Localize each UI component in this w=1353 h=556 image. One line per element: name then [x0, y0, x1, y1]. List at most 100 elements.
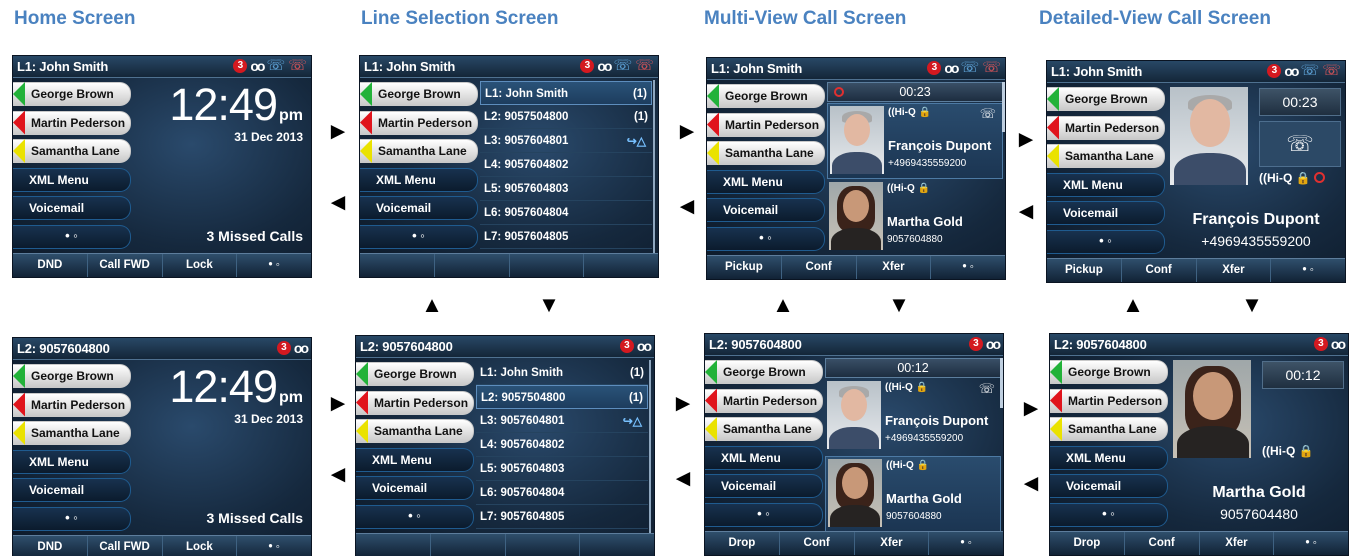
scrollbar[interactable] [1002, 82, 1005, 132]
softkey-lock[interactable]: Lock [163, 536, 238, 556]
key-george-brown[interactable]: George Brown [13, 364, 131, 388]
key-martin-pederson[interactable]: Martin Pederson [1050, 388, 1168, 413]
softkey-dnd[interactable]: DND [13, 536, 88, 556]
line-item-l1[interactable]: L1: John Smith (1) [476, 361, 648, 385]
key-voicemail[interactable]: Voicemail [360, 196, 478, 220]
key-martin-pederson[interactable]: Martin Pederson [1047, 115, 1165, 140]
softkey-empty[interactable] [506, 534, 581, 556]
softkey-empty[interactable] [356, 534, 431, 556]
softkey-drop[interactable]: Drop [705, 532, 780, 555]
key-more[interactable]: • ◦ [360, 224, 478, 249]
key-xml-menu[interactable]: XML Menu [13, 167, 131, 192]
key-martin-pederson[interactable]: Martin Pederson [705, 388, 823, 413]
key-more[interactable]: • ◦ [13, 506, 131, 531]
line-item-l6[interactable]: L6: 9057604804 [476, 481, 648, 505]
softkey-xfer[interactable]: Xfer [857, 256, 932, 279]
key-xml-menu[interactable]: XML Menu [1050, 445, 1168, 470]
key-martin-pederson[interactable]: Martin Pederson [13, 392, 131, 417]
softkey-empty[interactable] [510, 254, 585, 277]
line-item-l7[interactable]: L7: 9057604805 [480, 225, 652, 249]
softkey-more[interactable]: • ◦ [237, 254, 311, 277]
key-xml-menu[interactable]: XML Menu [360, 167, 478, 192]
key-samantha-lane[interactable]: Samantha Lane [1050, 417, 1168, 441]
key-xml-menu[interactable]: XML Menu [356, 447, 474, 472]
missed-calls-icon[interactable]: 3 [968, 337, 983, 351]
line-item-l7[interactable]: L7: 9057604805 [476, 505, 648, 529]
missed-calls-icon[interactable]: 3 [619, 339, 634, 353]
line-item-l1[interactable]: L1: John Smith (1) [480, 81, 652, 105]
key-more[interactable]: • ◦ [1050, 502, 1168, 527]
voicemail-icon[interactable]: oo [944, 61, 959, 75]
key-george-brown[interactable]: George Brown [13, 82, 131, 106]
missed-calls-icon[interactable]: 3 [927, 61, 942, 75]
line-item-l6[interactable]: L6: 9057604804 [480, 201, 652, 225]
key-voicemail[interactable]: Voicemail [1047, 201, 1165, 225]
missed-calls-icon[interactable]: 3 [1313, 337, 1328, 351]
key-more[interactable]: • ◦ [707, 226, 825, 251]
key-martin-pederson[interactable]: Martin Pederson [707, 112, 825, 137]
softkey-conf[interactable]: Conf [1122, 259, 1197, 282]
key-voicemail[interactable]: Voicemail [705, 474, 823, 498]
voicemail-icon[interactable]: oo [250, 59, 265, 73]
softkey-empty[interactable] [580, 534, 654, 556]
key-samantha-lane[interactable]: Samantha Lane [13, 139, 131, 163]
softkey-conf[interactable]: Conf [782, 256, 857, 279]
key-voicemail[interactable]: Voicemail [707, 198, 825, 222]
line-item-l2[interactable]: L2: 9057504800 (1) [476, 385, 648, 409]
softkey-empty[interactable] [360, 254, 435, 277]
call-entry-francois[interactable]: ((Hi-Q 🔒 ☏ François Dupont +496943555920… [825, 379, 1001, 455]
call-entry-francois[interactable]: ((Hi-Q 🔒 ☏ François Dupont +496943555920… [827, 103, 1003, 179]
key-more[interactable]: • ◦ [13, 224, 131, 249]
softkey-more[interactable]: • ◦ [1274, 532, 1348, 555]
softkey-pickup[interactable]: Pickup [707, 256, 782, 279]
key-xml-menu[interactable]: XML Menu [1047, 172, 1165, 197]
softkey-drop[interactable]: Drop [1050, 532, 1125, 555]
missed-calls-text[interactable]: 3 Missed Calls [207, 228, 304, 244]
softkey-more[interactable]: • ◦ [1271, 259, 1345, 282]
softkey-lock[interactable]: Lock [163, 254, 238, 277]
missed-calls-icon[interactable]: 3 [233, 59, 248, 73]
line-item-l4[interactable]: L4: 9057604802 [476, 433, 648, 457]
key-voicemail[interactable]: Voicemail [356, 476, 474, 500]
softkey-xfer[interactable]: Xfer [1200, 532, 1275, 555]
line-item-l3[interactable]: L3: 9057604801 ↪△ [476, 409, 648, 433]
line-item-l3[interactable]: L3: 9057604801 ↪△ [480, 129, 652, 153]
voicemail-icon[interactable]: oo [1284, 64, 1299, 78]
missed-calls-text[interactable]: 3 Missed Calls [207, 510, 304, 526]
key-voicemail[interactable]: Voicemail [13, 478, 131, 502]
voicemail-icon[interactable]: oo [986, 337, 1001, 351]
key-voicemail[interactable]: Voicemail [1050, 474, 1168, 498]
key-martin-pederson[interactable]: Martin Pederson [356, 390, 474, 415]
voicemail-icon[interactable]: oo [294, 341, 309, 355]
voicemail-icon[interactable]: oo [637, 339, 652, 353]
line-item-l2[interactable]: L2: 9057504800 (1) [480, 105, 652, 129]
missed-calls-icon[interactable]: 3 [1267, 64, 1282, 78]
key-george-brown[interactable]: George Brown [705, 360, 823, 384]
call-entry-martha[interactable]: ((Hi-Q 🔒 Martha Gold 9057604880 [827, 180, 1003, 256]
key-more[interactable]: • ◦ [1047, 229, 1165, 254]
missed-calls-icon[interactable]: 3 [580, 59, 595, 73]
scrollbar[interactable] [1000, 358, 1003, 408]
softkey-call-fwd[interactable]: Call FWD [88, 254, 163, 277]
scrollbar[interactable] [653, 80, 655, 255]
key-samantha-lane[interactable]: Samantha Lane [707, 141, 825, 165]
call-entry-martha[interactable]: ((Hi-Q 🔒 Martha Gold 9057604880 [825, 456, 1001, 532]
softkey-xfer[interactable]: Xfer [855, 532, 930, 555]
key-samantha-lane[interactable]: Samantha Lane [1047, 144, 1165, 168]
scrollbar[interactable] [649, 360, 651, 535]
key-martin-pederson[interactable]: Martin Pederson [360, 110, 478, 135]
key-xml-menu[interactable]: XML Menu [13, 449, 131, 474]
key-george-brown[interactable]: George Brown [707, 84, 825, 108]
key-samantha-lane[interactable]: Samantha Lane [356, 419, 474, 443]
line-item-l5[interactable]: L5: 9057604803 [480, 177, 652, 201]
key-more[interactable]: • ◦ [705, 502, 823, 527]
key-voicemail[interactable]: Voicemail [13, 196, 131, 220]
softkey-more[interactable]: • ◦ [931, 256, 1005, 279]
softkey-empty[interactable] [435, 254, 510, 277]
softkey-pickup[interactable]: Pickup [1047, 259, 1122, 282]
key-martin-pederson[interactable]: Martin Pederson [13, 110, 131, 135]
softkey-conf[interactable]: Conf [780, 532, 855, 555]
key-samantha-lane[interactable]: Samantha Lane [360, 139, 478, 163]
softkey-more[interactable]: • ◦ [929, 532, 1003, 555]
missed-calls-icon[interactable]: 3 [276, 341, 291, 355]
